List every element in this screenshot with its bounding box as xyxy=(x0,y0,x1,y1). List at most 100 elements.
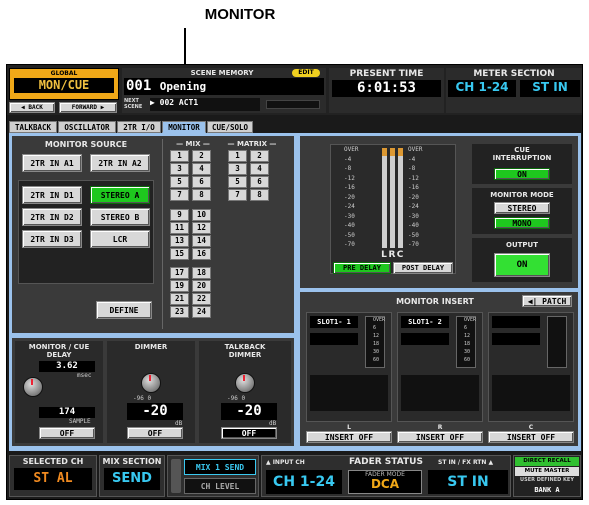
meter-scale-label: -20 xyxy=(408,193,419,201)
talkback-dimmer-toggle[interactable]: OFF xyxy=(221,427,277,439)
matrix-button-2[interactable]: 2 xyxy=(250,150,269,162)
mix-button-9[interactable]: 9 xyxy=(170,208,189,221)
tab-cue-solo[interactable]: CUE/SOLO xyxy=(207,121,253,133)
mix-button-10[interactable]: 10 xyxy=(192,208,211,221)
input-ch-button[interactable]: CH 1-24 xyxy=(266,470,342,494)
meter-st-button[interactable]: ST IN xyxy=(520,80,580,97)
src-stereo-b[interactable]: STEREO B xyxy=(90,208,150,226)
talkback-dimmer-value: -20 xyxy=(221,403,277,420)
matrix-button-3[interactable]: 3 xyxy=(228,163,247,175)
ch-level-button[interactable]: CH LEVEL xyxy=(184,478,256,494)
src-stereo-a[interactable]: STEREO A xyxy=(90,186,150,204)
matrix-button-1[interactable]: 1 xyxy=(228,150,247,162)
mix-button-1[interactable]: 1 xyxy=(170,150,189,162)
meter-section: METER SECTION CH 1-24 ST IN xyxy=(446,68,582,113)
mix-button-7[interactable]: 7 xyxy=(170,189,189,201)
mix-section: MIX SECTION SEND xyxy=(99,455,165,497)
meter-scale-label: -30 xyxy=(344,212,355,220)
mix-button-14[interactable]: 14 xyxy=(192,234,211,247)
mix-button-2[interactable]: 2 xyxy=(192,150,211,162)
insert-off-button[interactable]: INSERT OFF xyxy=(306,431,392,443)
matrix-button-4[interactable]: 4 xyxy=(250,163,269,175)
mix-button-6[interactable]: 6 xyxy=(192,176,211,188)
src-2tr-in-a1[interactable]: 2TR IN A1 xyxy=(22,154,82,172)
mix-button-11[interactable]: 11 xyxy=(170,221,189,234)
tab-2tr-io[interactable]: 2TR I/O xyxy=(117,121,161,133)
mix-button-20[interactable]: 20 xyxy=(192,280,211,292)
insert-slot-area xyxy=(492,375,570,411)
matrix-button-6[interactable]: 6 xyxy=(250,176,269,188)
src-2tr-in-d2[interactable]: 2TR IN D2 xyxy=(22,208,82,226)
dimmer-toggle[interactable]: OFF xyxy=(127,427,183,439)
delay-knob[interactable] xyxy=(23,377,43,397)
meter-ch-l: L xyxy=(381,250,387,260)
monitor-source-title: MONITOR SOURCE xyxy=(44,140,128,149)
forward-button[interactable]: FORWARD ▶ xyxy=(59,102,117,113)
patch-button[interactable]: ◀| PATCH xyxy=(522,295,572,307)
direct-recall[interactable]: DIRECT RECALL xyxy=(515,457,579,466)
mix-send-group: MIX 1 SEND CH LEVEL xyxy=(167,455,259,497)
tab-oscillator[interactable]: OSCILLATOR xyxy=(58,121,116,133)
user-keys: DIRECT RECALL MUTE MASTER USER DEFINED K… xyxy=(513,455,581,497)
matrix-button-7[interactable]: 7 xyxy=(228,189,247,201)
mix-button-13[interactable]: 13 xyxy=(170,234,189,247)
mix-button-24[interactable]: 24 xyxy=(192,306,211,318)
mix-button-21[interactable]: 21 xyxy=(170,293,189,305)
back-button[interactable]: ◀ BACK xyxy=(9,102,55,113)
mix-button-23[interactable]: 23 xyxy=(170,306,189,318)
insert-slot-1[interactable]: SLOT1- 1 OVER 6 12 18 30 60 xyxy=(306,312,392,422)
present-time-label: PRESENT TIME xyxy=(349,69,424,79)
scene-number: 001 xyxy=(126,78,152,94)
scene-extra-slot xyxy=(266,100,320,109)
post-delay-button[interactable]: POST DELAY xyxy=(393,262,453,274)
cue-interruption-toggle[interactable]: ON xyxy=(494,168,550,180)
dimmer-knob[interactable] xyxy=(141,373,161,393)
global-mode-box[interactable]: GLOBAL MON/CUE xyxy=(9,68,119,100)
scene-memory[interactable]: SCENE MEMORY EDIT 001 Opening NEXT SCENE… xyxy=(122,68,326,113)
mix-button-19[interactable]: 19 xyxy=(170,280,189,292)
st-in-button[interactable]: ST IN xyxy=(428,470,508,494)
mix-button-18[interactable]: 18 xyxy=(192,267,211,279)
tab-talkback[interactable]: TALKBACK xyxy=(9,121,57,133)
meter-scale-label: -70 xyxy=(344,241,355,248)
meter-bar-l xyxy=(382,148,387,248)
bank-value[interactable]: BANK A xyxy=(514,486,580,494)
output-toggle[interactable]: ON xyxy=(494,253,550,277)
mix-button-16[interactable]: 16 xyxy=(192,247,211,260)
mix-button-15[interactable]: 15 xyxy=(170,247,189,260)
fader-mode[interactable]: FADER MODE DCA xyxy=(348,470,422,494)
mix-button-5[interactable]: 5 xyxy=(170,176,189,188)
meter-ch-button[interactable]: CH 1-24 xyxy=(448,80,516,97)
output-label: OUTPUT xyxy=(506,241,538,249)
insert-off-button[interactable]: INSERT OFF xyxy=(397,431,483,443)
mix-button-8[interactable]: 8 xyxy=(192,189,211,201)
tab-monitor[interactable]: MONITOR xyxy=(162,121,206,133)
pre-delay-button[interactable]: PRE DELAY xyxy=(333,262,391,274)
mix-button-17[interactable]: 17 xyxy=(170,267,189,279)
src-2tr-in-a2[interactable]: 2TR IN A2 xyxy=(90,154,150,172)
monitor-delay: MONITOR / CUE DELAY 3.62 msec 174 SAMPLE… xyxy=(15,341,103,443)
delay-dimmer-panel: MONITOR / CUE DELAY 3.62 msec 174 SAMPLE… xyxy=(12,338,294,446)
mix-button-3[interactable]: 3 xyxy=(170,163,189,175)
mute-master[interactable]: MUTE MASTER xyxy=(515,467,579,476)
src-2tr-in-d1[interactable]: 2TR IN D1 xyxy=(22,186,82,204)
insert-off-button[interactable]: INSERT OFF xyxy=(488,431,574,443)
mix-button-12[interactable]: 12 xyxy=(192,221,211,234)
talkback-dimmer-knob[interactable] xyxy=(235,373,255,393)
define-button[interactable]: DEFINE xyxy=(96,301,152,319)
src-lcr[interactable]: LCR xyxy=(90,230,150,248)
mix-button-4[interactable]: 4 xyxy=(192,163,211,175)
mode-stereo-button[interactable]: STEREO xyxy=(494,202,550,214)
mix-button-22[interactable]: 22 xyxy=(192,293,211,305)
meter-scale-label: -24 xyxy=(408,203,419,210)
matrix-button-5[interactable]: 5 xyxy=(228,176,247,188)
mix-section-value[interactable]: SEND xyxy=(104,468,160,490)
insert-slot-3[interactable] xyxy=(488,312,574,422)
mix1-send-button[interactable]: MIX 1 SEND xyxy=(184,459,256,475)
matrix-button-8[interactable]: 8 xyxy=(250,189,269,201)
mode-mono-button[interactable]: MONO xyxy=(494,217,550,229)
delay-toggle[interactable]: OFF xyxy=(39,427,95,439)
insert-slot-2[interactable]: SLOT1- 2 OVER 6 12 18 30 60 xyxy=(397,312,483,422)
selected-ch-value[interactable]: ST AL xyxy=(14,468,92,490)
src-2tr-in-d3[interactable]: 2TR IN D3 xyxy=(22,230,82,248)
